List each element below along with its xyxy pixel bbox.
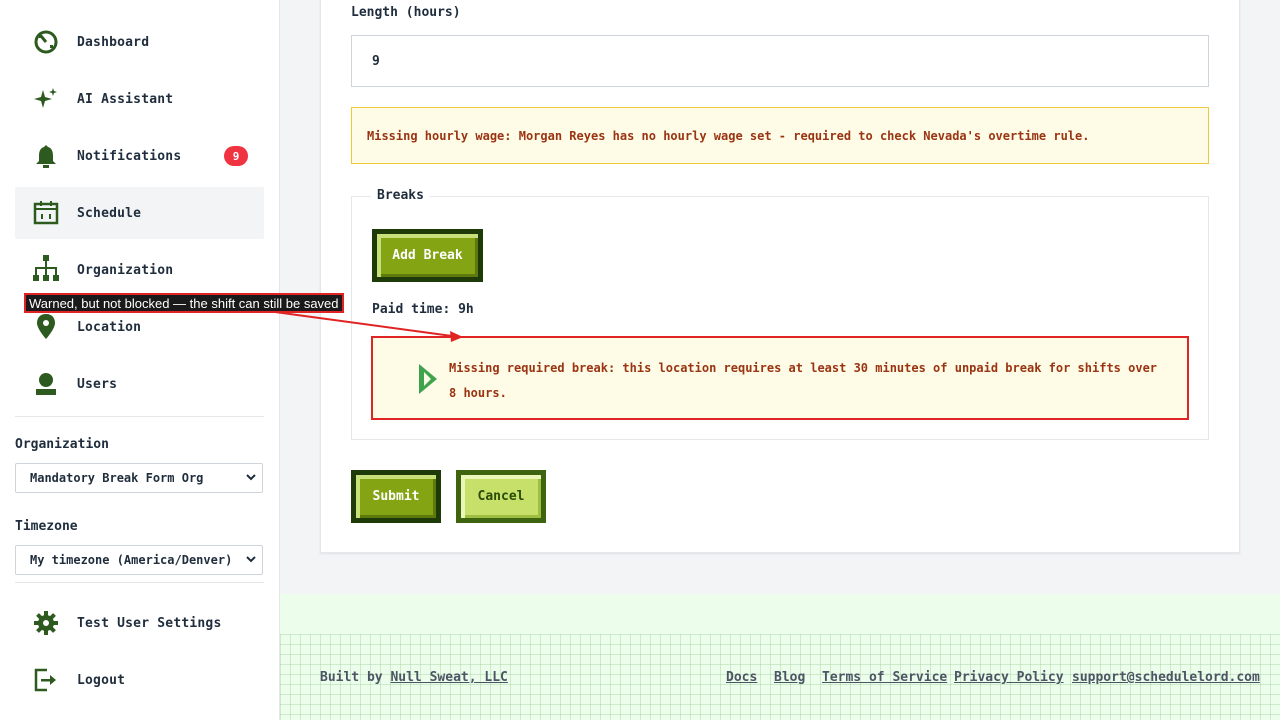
map-pin-icon bbox=[33, 314, 59, 340]
sidebar-divider bbox=[15, 582, 264, 583]
sidebar-item-label: Logout bbox=[77, 672, 126, 688]
dashboard-icon bbox=[33, 29, 59, 55]
missing-break-warning: Missing required break: this location re… bbox=[371, 336, 1189, 420]
sidebar-item-test-user-settings[interactable]: Test User Settings bbox=[15, 597, 264, 649]
sidebar: Dashboard AI Assistant Notifications 9 S… bbox=[0, 0, 280, 720]
sidebar-item-dashboard[interactable]: Dashboard bbox=[15, 16, 264, 68]
footer-built-by: Built by Null Sweat, LLC bbox=[320, 670, 508, 685]
sidebar-divider bbox=[15, 416, 264, 417]
hourly-wage-warning-text: Missing hourly wage: Morgan Reyes has no… bbox=[367, 128, 1090, 143]
calendar-icon bbox=[33, 200, 59, 226]
chevron-down-icon bbox=[246, 556, 256, 563]
breaks-legend: Breaks bbox=[371, 188, 430, 203]
missing-break-warning-text: Missing required break: this location re… bbox=[449, 361, 1158, 400]
organization-select[interactable]: Mandatory Break Form Org bbox=[15, 463, 263, 493]
sidebar-item-users[interactable]: Users bbox=[15, 358, 264, 410]
sidebar-item-label: Dashboard bbox=[77, 34, 150, 50]
add-break-button[interactable]: Add Break bbox=[372, 229, 483, 282]
add-break-button-label: Add Break bbox=[392, 248, 463, 263]
cancel-button[interactable]: Cancel bbox=[456, 470, 546, 523]
sidebar-item-label: Schedule bbox=[77, 205, 142, 221]
timezone-select[interactable]: My timezone (America/Denver) bbox=[15, 545, 263, 575]
paid-time-text: Paid time: 9h bbox=[372, 302, 474, 317]
submit-button-label: Submit bbox=[372, 489, 420, 504]
gear-icon bbox=[33, 610, 59, 636]
sidebar-item-ai-assistant[interactable]: AI Assistant bbox=[15, 73, 264, 125]
footer: Built by Null Sweat, LLC Docs Blog Terms… bbox=[280, 594, 1280, 720]
footer-link-support-email[interactable]: support@schedulelord.com bbox=[1072, 670, 1260, 685]
length-hours-input[interactable]: 9 bbox=[351, 35, 1209, 87]
sidebar-item-label: Location bbox=[77, 319, 142, 335]
timezone-select-value: My timezone (America/Denver) bbox=[30, 553, 233, 567]
organization-select-label: Organization bbox=[15, 437, 109, 452]
length-hours-label: Length (hours) bbox=[351, 5, 461, 20]
sidebar-item-label: Test User Settings bbox=[77, 615, 222, 631]
user-icon bbox=[33, 371, 59, 397]
footer-band bbox=[280, 594, 1280, 634]
hourly-wage-warning: Missing hourly wage: Morgan Reyes has no… bbox=[351, 107, 1209, 164]
sidebar-item-notifications[interactable]: Notifications 9 bbox=[15, 130, 264, 182]
annotation-callout: Warned, but not blocked — the shift can … bbox=[24, 293, 344, 313]
logout-icon bbox=[33, 667, 59, 693]
chevron-down-icon bbox=[246, 474, 256, 481]
sidebar-item-label: AI Assistant bbox=[77, 91, 174, 107]
bell-icon bbox=[33, 143, 59, 169]
org-chart-icon bbox=[33, 255, 59, 283]
sidebar-item-schedule[interactable]: Schedule bbox=[15, 187, 264, 239]
sidebar-item-label: Organization bbox=[77, 262, 174, 278]
organization-select-value: Mandatory Break Form Org bbox=[30, 471, 204, 485]
cancel-button-label: Cancel bbox=[477, 489, 525, 504]
sidebar-item-label: Users bbox=[77, 376, 118, 392]
footer-link-blog[interactable]: Blog bbox=[774, 670, 805, 685]
footer-company-link[interactable]: Null Sweat, LLC bbox=[390, 670, 507, 685]
footer-link-privacy[interactable]: Privacy Policy bbox=[954, 670, 1064, 685]
sidebar-item-label: Notifications bbox=[77, 148, 182, 164]
timezone-select-label: Timezone bbox=[15, 519, 78, 534]
footer-built-by-prefix: Built by bbox=[320, 670, 391, 685]
submit-button[interactable]: Submit bbox=[351, 470, 441, 523]
play-arrow-icon bbox=[419, 364, 437, 394]
footer-link-terms[interactable]: Terms of Service bbox=[822, 670, 947, 685]
sidebar-item-logout[interactable]: Logout bbox=[15, 654, 264, 706]
sparkle-icon bbox=[33, 86, 59, 112]
annotation-callout-text: Warned, but not blocked — the shift can … bbox=[29, 295, 339, 311]
length-hours-value: 9 bbox=[372, 53, 380, 69]
notification-count-badge: 9 bbox=[224, 146, 248, 166]
footer-link-docs[interactable]: Docs bbox=[726, 670, 757, 685]
sidebar-item-organization[interactable]: Organization bbox=[15, 244, 264, 296]
